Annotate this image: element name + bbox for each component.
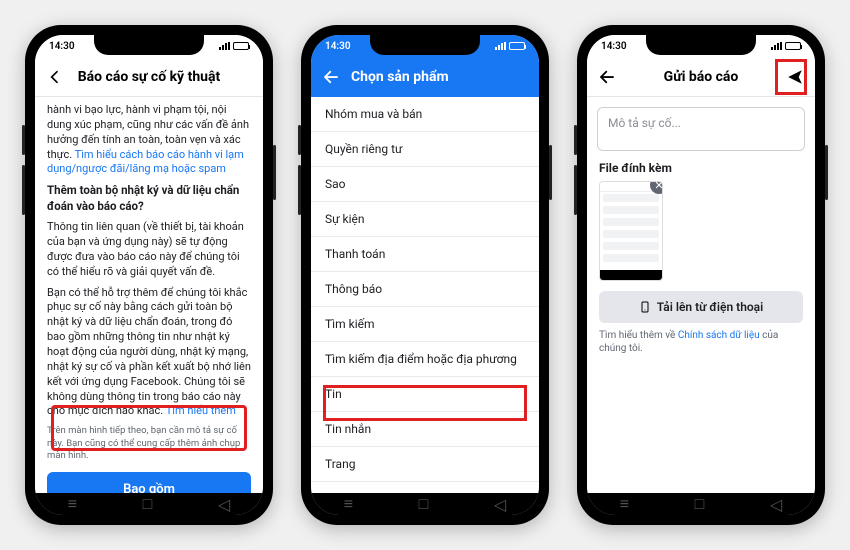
data-policy-link[interactable]: Chính sách dữ liệu bbox=[678, 330, 760, 341]
android-nav-bar: ≡ □ ◁ bbox=[35, 493, 263, 515]
phone-mockup-1: 14:30 Báo cáo sự cố kỹ thuật hành vi bạo… bbox=[25, 25, 273, 525]
signal-icon bbox=[495, 42, 506, 50]
upload-button[interactable]: Tải lên từ điện thoại bbox=[599, 291, 803, 323]
list-item[interactable]: Thông báo bbox=[311, 272, 539, 307]
status-time: 14:30 bbox=[49, 41, 75, 52]
list-item[interactable]: Sự kiện bbox=[311, 202, 539, 237]
phone-mockup-3: 14:30 Gửi báo cáo Mô tả sự cố... File đí… bbox=[577, 25, 825, 525]
signal-icon bbox=[219, 42, 230, 50]
send-report-content: Mô tả sự cố... File đính kèm ✕ Tải lên t… bbox=[587, 97, 815, 493]
page-title: Chọn sản phẩm bbox=[351, 69, 529, 85]
battery-icon bbox=[509, 42, 525, 50]
battery-icon bbox=[785, 42, 801, 50]
remove-attachment-icon[interactable]: ✕ bbox=[650, 181, 663, 194]
nav-back-icon[interactable]: ◁ bbox=[494, 495, 506, 514]
nav-menu-icon[interactable]: ≡ bbox=[344, 494, 353, 514]
body-paragraph-1: Thông tin liên quan (về thiết bị, tài kh… bbox=[47, 220, 251, 279]
page-title: Gửi báo cáo bbox=[627, 69, 775, 85]
learn-more-link[interactable]: Tìm hiểu thêm bbox=[166, 404, 236, 417]
list-item[interactable]: Tìm kiếm bbox=[311, 307, 539, 342]
phone-icon bbox=[639, 301, 651, 313]
list-item-tin[interactable]: Tin bbox=[311, 377, 539, 412]
report-content: hành vi bạo lực, hành vi phạm tội, nội d… bbox=[35, 97, 263, 493]
signal-icon bbox=[771, 42, 782, 50]
include-button[interactable]: Bao gồm bbox=[47, 472, 251, 493]
list-item[interactable]: Nhóm mua và bán bbox=[311, 97, 539, 132]
app-header: Chọn sản phẩm bbox=[311, 57, 539, 97]
page-title: Báo cáo sự cố kỹ thuật bbox=[75, 69, 223, 85]
list-item[interactable]: Tìm kiếm địa điểm hoặc địa phương bbox=[311, 342, 539, 377]
nav-back-icon[interactable]: ◁ bbox=[218, 495, 230, 514]
attachment-label: File đính kèm bbox=[599, 161, 803, 175]
nav-menu-icon[interactable]: ≡ bbox=[620, 494, 629, 514]
list-item[interactable]: Trang cá nhân bbox=[311, 482, 539, 493]
list-item[interactable]: Trang bbox=[311, 447, 539, 482]
list-item[interactable]: Tin nhắn bbox=[311, 412, 539, 447]
app-header: Gửi báo cáo bbox=[587, 57, 815, 97]
list-item[interactable]: Quyền riêng tư bbox=[311, 132, 539, 167]
back-icon[interactable] bbox=[321, 68, 341, 86]
footnote-text: Trên màn hình tiếp theo, bạn cần mô tả s… bbox=[47, 425, 251, 462]
back-icon[interactable] bbox=[45, 69, 65, 85]
status-time: 14:30 bbox=[601, 41, 627, 52]
battery-icon bbox=[233, 42, 249, 50]
list-item[interactable]: Thanh toán bbox=[311, 237, 539, 272]
phone-mockup-2: 14:30 Chọn sản phẩm Nhóm mua và bán Quyề… bbox=[301, 25, 549, 525]
android-nav-bar: ≡ □ ◁ bbox=[587, 493, 815, 515]
nav-home-icon[interactable]: □ bbox=[143, 494, 153, 514]
app-header: Báo cáo sự cố kỹ thuật bbox=[35, 57, 263, 97]
nav-menu-icon[interactable]: ≡ bbox=[68, 494, 77, 514]
learn-abuse-link[interactable]: Tìm hiểu cách báo cáo hành vi lạm dụng/n… bbox=[47, 148, 244, 176]
nav-home-icon[interactable]: □ bbox=[695, 494, 705, 514]
send-icon[interactable] bbox=[785, 68, 805, 86]
status-time: 14:30 bbox=[325, 41, 351, 52]
product-list[interactable]: Nhóm mua và bán Quyền riêng tư Sao Sự ki… bbox=[311, 97, 539, 493]
android-nav-bar: ≡ □ ◁ bbox=[311, 493, 539, 515]
back-icon[interactable] bbox=[597, 68, 617, 86]
list-item[interactable]: Sao bbox=[311, 167, 539, 202]
description-input[interactable]: Mô tả sự cố... bbox=[597, 107, 805, 151]
nav-back-icon[interactable]: ◁ bbox=[770, 495, 782, 514]
attachment-thumbnail[interactable]: ✕ bbox=[599, 181, 663, 281]
section-heading: Thêm toàn bộ nhật ký và dữ liệu chẩn đoá… bbox=[47, 183, 251, 214]
nav-home-icon[interactable]: □ bbox=[419, 494, 429, 514]
